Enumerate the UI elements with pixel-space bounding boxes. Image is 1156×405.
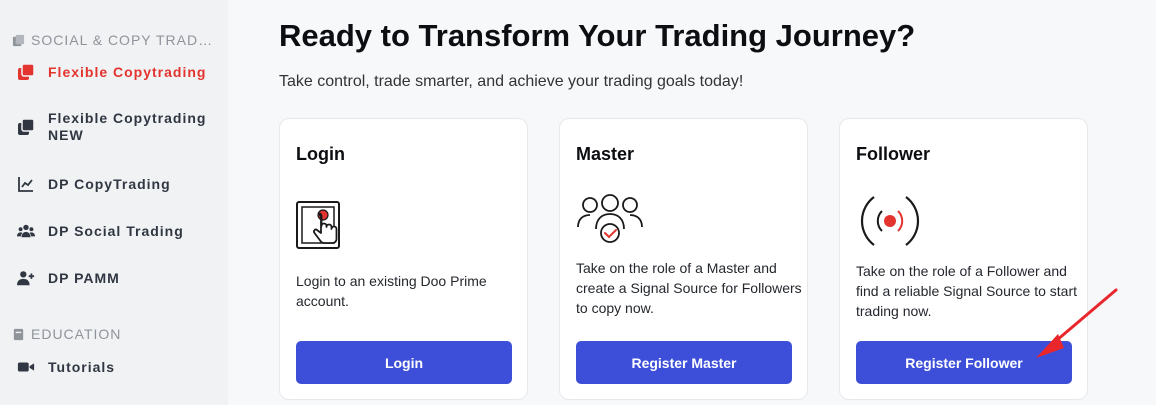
book-icon — [13, 328, 24, 340]
sidebar-item-label: Tutorials — [48, 358, 116, 375]
sidebar-item-label: DP Social Trading — [48, 222, 184, 239]
card-description: Take on the role of a Master and create … — [576, 260, 802, 316]
sidebar-item-label: DP CopyTrading — [48, 175, 171, 192]
card-title: Login — [296, 144, 345, 164]
touch-screen-icon — [294, 199, 344, 260]
sidebar-item-label: Flexible Copytrading — [48, 63, 207, 80]
sidebar-item-flexible-copytrading[interactable]: Flexible Copytrading — [16, 62, 216, 82]
group-check-icon — [574, 191, 646, 252]
sidebar-item-dp-copytrading[interactable]: DP CopyTrading — [16, 174, 216, 194]
login-button[interactable]: Login — [296, 341, 512, 384]
users-icon — [16, 221, 36, 241]
copy-stack-icon — [12, 34, 25, 46]
new-badge: NEW — [48, 127, 84, 143]
card-title: Master — [576, 144, 635, 164]
page-title: Ready to Transform Your Trading Journey? — [279, 18, 916, 53]
user-plus-icon — [16, 268, 36, 288]
card-master: Master Take on the role of a Master and … — [559, 118, 808, 400]
card-description: Login to an existing Doo Prime account. — [296, 273, 487, 309]
copy-stack-icon — [16, 62, 36, 82]
page-subtitle: Take control, trade smarter, and achieve… — [279, 73, 744, 90]
card-login: Login Login to an existing Doo Prime acc… — [279, 118, 528, 400]
sidebar-item-dp-pamm[interactable]: DP PAMM — [16, 268, 216, 288]
copy-stack-icon — [16, 117, 36, 137]
register-master-button[interactable]: Register Master — [576, 341, 792, 384]
section-header-social-copy: SOCIAL & COPY TRAD… — [12, 32, 213, 48]
sidebar-item-flexible-copytrading-new[interactable]: Flexible Copytrading NEW — [16, 110, 216, 144]
line-chart-icon — [16, 174, 36, 194]
annotation-arrow-icon — [1036, 288, 1118, 358]
sidebar-item-tutorials[interactable]: Tutorials — [16, 357, 216, 377]
card-title: Follower — [856, 144, 931, 164]
section-header-education: EDUCATION — [12, 326, 121, 342]
sidebar-item-label: Flexible Copytrading — [48, 110, 207, 126]
sidebar-item-label: DP PAMM — [48, 269, 120, 286]
sidebar-item-dp-social-trading[interactable]: DP Social Trading — [16, 221, 216, 241]
video-camera-icon — [16, 357, 36, 377]
signal-broadcast-icon — [854, 189, 926, 258]
sidebar: SOCIAL & COPY TRAD… Flexible Copytrading… — [0, 0, 228, 405]
